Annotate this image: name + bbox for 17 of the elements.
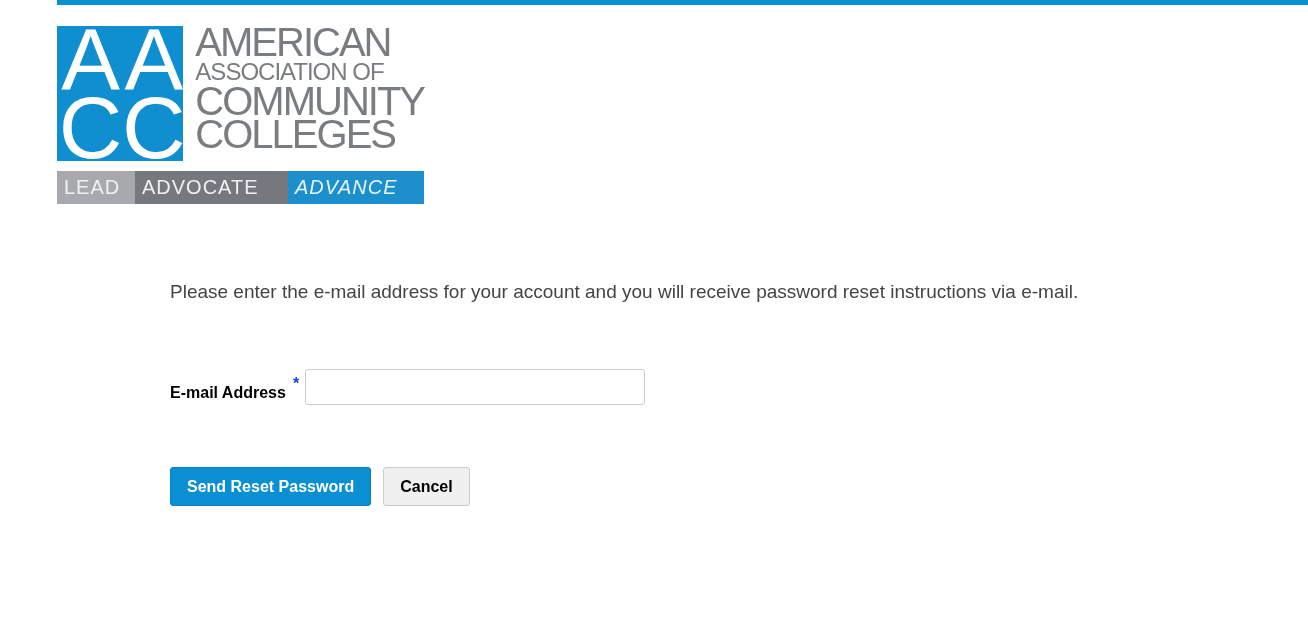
logo-letter: A	[60, 26, 117, 94]
logo-letter: A	[123, 26, 181, 94]
logo-letter: C	[57, 93, 120, 161]
logo-text: AMERICAN	[195, 26, 392, 59]
required-mark: *	[292, 375, 300, 393]
logo-tagline: LEAD	[57, 171, 135, 204]
logo-text: ASSOCIATION OF	[195, 59, 385, 85]
logo-text: COLLEGES	[195, 118, 395, 151]
logo-tagline: ADVANCE	[288, 171, 424, 204]
logo-text: COMMUNITY	[195, 85, 424, 118]
instructions-text: Please enter the e-mail address for your account and you will receive password reset instructions via e-mail.	[170, 281, 1080, 303]
email-label: E-mail Address	[170, 384, 286, 402]
cancel-button[interactable]: Cancel	[383, 467, 470, 506]
email-input[interactable]	[305, 369, 646, 405]
logo-letter: C	[121, 93, 183, 161]
logo-tagline: ADVOCATE	[135, 171, 288, 204]
send-reset-button[interactable]: Send Reset Password	[170, 467, 372, 506]
